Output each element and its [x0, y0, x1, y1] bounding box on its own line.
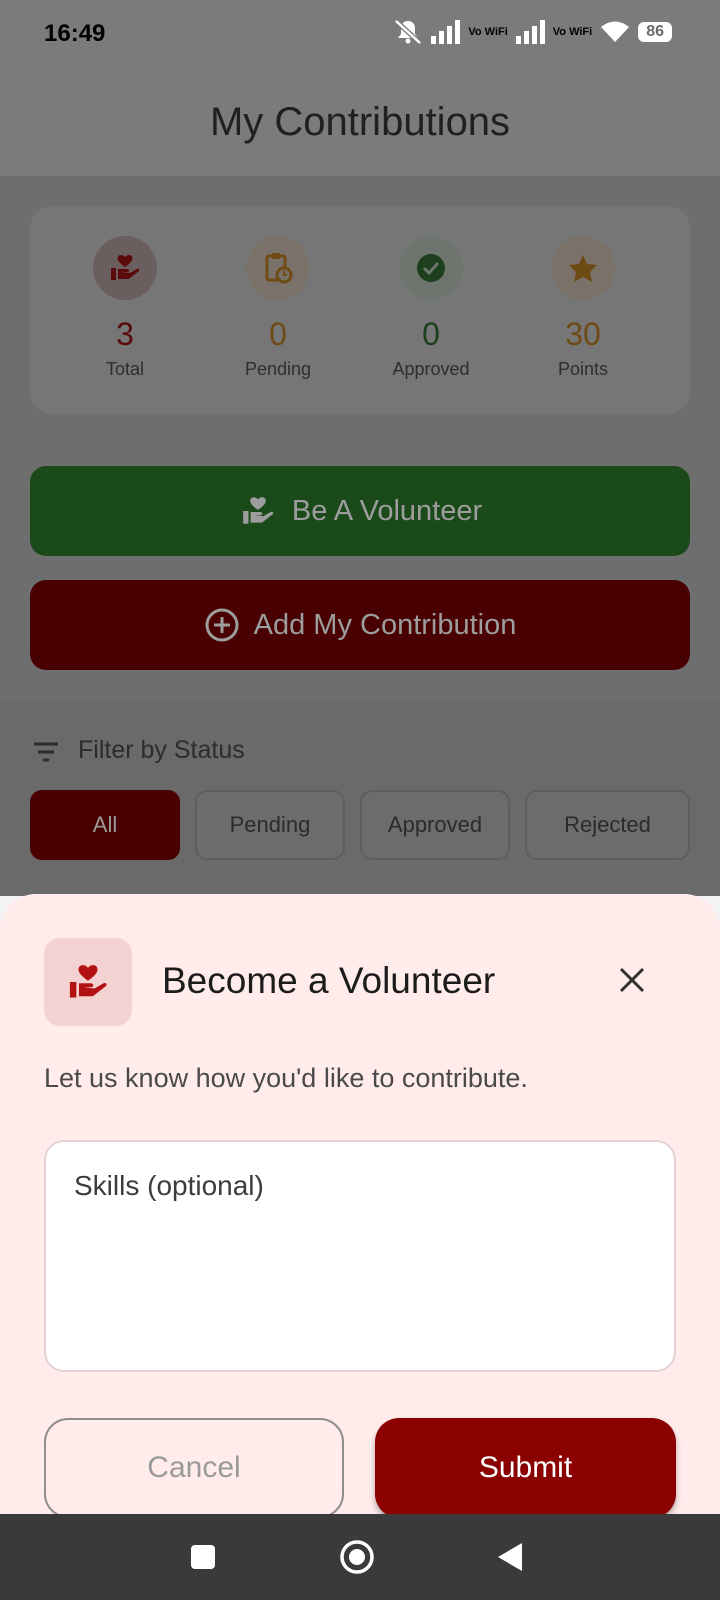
- add-contribution-label: Add My Contribution: [253, 608, 517, 641]
- stat-label: Pending: [244, 359, 312, 379]
- close-button[interactable]: [612, 960, 652, 1000]
- mute-bell-icon: [394, 19, 423, 45]
- star-icon: [551, 236, 615, 300]
- vowifi-label-1: Vo WiFi: [468, 25, 508, 38]
- stat-value: 3: [116, 316, 134, 352]
- filter-chip-pending[interactable]: Pending: [195, 790, 345, 860]
- sheet-icon-container: [44, 938, 132, 1026]
- signal-icon: [515, 20, 545, 44]
- stat-value: 0: [269, 316, 287, 352]
- status-time: 16:49: [44, 20, 106, 47]
- submit-button[interactable]: Submit: [375, 1418, 676, 1518]
- add-circle-icon: [205, 608, 239, 642]
- stat-points: 30 Points: [508, 236, 658, 380]
- status-icons: Vo WiFi Vo WiFi 86: [393, 18, 672, 46]
- be-volunteer-label: Be A Volunteer: [291, 494, 483, 527]
- wifi-icon: [601, 21, 630, 42]
- filter-chip-all[interactable]: All: [30, 790, 180, 860]
- filter-label: Filter by Status: [78, 736, 245, 764]
- be-volunteer-button[interactable]: Be A Volunteer: [30, 466, 690, 556]
- filter-icon: [34, 742, 58, 762]
- heart-hand-icon: [69, 965, 107, 998]
- recents-square-icon[interactable]: [190, 1544, 216, 1570]
- skills-input[interactable]: Skills (optional): [44, 1140, 676, 1372]
- home-circle-icon[interactable]: [338, 1538, 376, 1576]
- navigation-bar: [0, 1514, 720, 1600]
- stat-value: 30: [565, 316, 601, 352]
- stat-label: Points: [557, 359, 609, 379]
- signal-icon: [431, 20, 461, 44]
- sheet-subtitle: Let us know how you'd like to contribute…: [44, 1063, 528, 1093]
- page-title: My Contributions: [209, 100, 511, 144]
- close-icon: [619, 967, 645, 993]
- stat-pending: 0 Pending: [203, 236, 353, 380]
- battery-level: 86: [638, 22, 672, 42]
- vowifi-label-2: Vo WiFi: [552, 25, 593, 38]
- cancel-button[interactable]: Cancel: [44, 1418, 344, 1518]
- check-circle-icon: [399, 236, 463, 300]
- heart-hand-icon: [243, 497, 274, 524]
- stat-label: Approved: [392, 359, 470, 379]
- add-contribution-button[interactable]: Add My Contribution: [30, 580, 690, 670]
- stat-approved: 0 Approved: [356, 236, 506, 380]
- stats-card: 3 Total 0 Pending 0 Approved 30 Points: [30, 206, 690, 414]
- back-triangle-icon[interactable]: [496, 1541, 524, 1573]
- skills-placeholder: Skills (optional): [74, 1170, 264, 1201]
- filter-chip-rejected[interactable]: Rejected: [525, 790, 690, 860]
- clipboard-clock-icon: [246, 236, 310, 300]
- stat-total: 3 Total: [50, 236, 200, 380]
- stat-value: 0: [422, 316, 440, 352]
- stat-label: Total: [105, 359, 145, 379]
- filter-chip-approved[interactable]: Approved: [360, 790, 510, 860]
- sheet-title: Become a Volunteer: [162, 960, 496, 1001]
- heart-hand-icon: [93, 236, 157, 300]
